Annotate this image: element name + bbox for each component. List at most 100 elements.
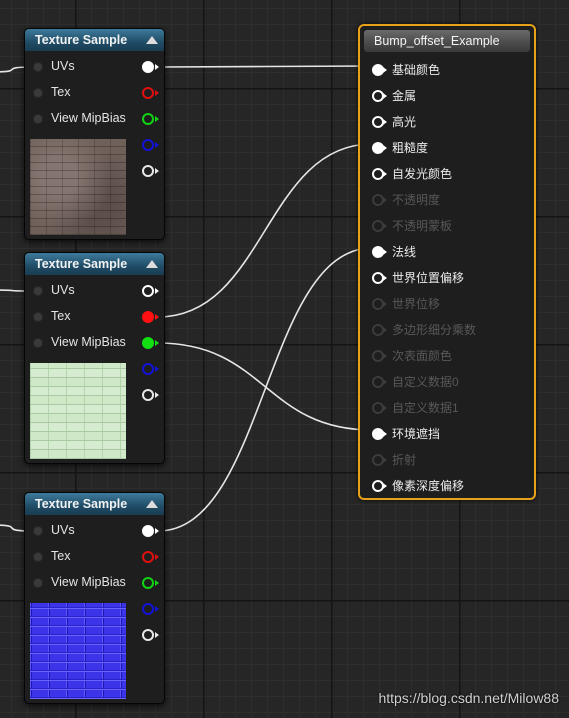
- material-input-pin[interactable]: 基础颜色: [360, 55, 530, 81]
- output-pin-icon[interactable]: [142, 603, 154, 615]
- material-pin-label: 粗糙度: [392, 141, 429, 155]
- basecolor-wire[interactable]: [157, 65, 373, 68]
- input-pin-icon[interactable]: [33, 88, 43, 98]
- brick-normal-texture-thumbnail: [30, 603, 126, 699]
- output-pin-arrow-icon: [155, 116, 159, 122]
- pin-row: UVs: [25, 278, 164, 304]
- pin-arrow-icon: [383, 67, 387, 73]
- node-title: Texture Sample: [35, 33, 128, 47]
- input-pin-icon[interactable]: [33, 286, 43, 296]
- normal-wire[interactable]: [157, 247, 373, 532]
- output-pin-arrow-icon: [155, 632, 159, 638]
- output-pin-arrow-icon: [155, 580, 159, 586]
- pin-arrow-icon: [383, 353, 387, 359]
- material-node-title[interactable]: Bump_offset_Example: [364, 30, 530, 52]
- output-pin-icon[interactable]: [142, 363, 154, 375]
- material-result-node[interactable]: Bump_offset_Example 基础颜色 金属 高光 粗糙度 自发光颜色 不透明度…: [358, 24, 536, 500]
- pin-arrow-icon: [383, 483, 387, 489]
- output-pin-icon[interactable]: [142, 577, 154, 589]
- pin-arrow-icon: [383, 249, 387, 255]
- output-pin-arrow-icon: [155, 606, 159, 612]
- material-input-pin: 次表面颜色: [360, 341, 530, 367]
- output-pin-icon[interactable]: [142, 165, 154, 177]
- material-input-pin: 折射: [360, 445, 530, 471]
- pin-row: View MipBias: [25, 570, 164, 596]
- output-pin-arrow-icon: [155, 90, 159, 96]
- node-header[interactable]: Texture Sample: [25, 253, 164, 275]
- output-pin-icon[interactable]: [142, 61, 154, 73]
- material-input-pin[interactable]: 粗糙度: [360, 133, 530, 159]
- pin-arrow-icon: [383, 197, 387, 203]
- input-pin-label: UVs: [51, 59, 75, 73]
- material-input-pin[interactable]: 高光: [360, 107, 530, 133]
- material-input-pin[interactable]: 自发光颜色: [360, 159, 530, 185]
- input-pin-label: UVs: [51, 283, 75, 297]
- output-pin-arrow-icon: [155, 554, 159, 560]
- output-pin-icon[interactable]: [142, 113, 154, 125]
- node-header[interactable]: Texture Sample: [25, 29, 164, 51]
- output-pin-icon[interactable]: [142, 551, 154, 563]
- output-pin-arrow-icon: [155, 528, 159, 534]
- material-input-pin[interactable]: 像素深度偏移: [360, 471, 530, 497]
- output-pin-arrow-icon: [155, 64, 159, 70]
- output-pin-arrow-icon: [155, 168, 159, 174]
- input-pin-icon[interactable]: [33, 312, 43, 322]
- output-pin-icon[interactable]: [142, 139, 154, 151]
- pin-arrow-icon: [383, 145, 387, 151]
- input-pin-icon[interactable]: [33, 526, 43, 536]
- input-pin-label: View MipBias: [51, 111, 126, 125]
- pin-arrow-icon: [383, 457, 387, 463]
- texture-sample-node-3[interactable]: Texture Sample UVs Tex View MipBias: [24, 492, 165, 704]
- node-header[interactable]: Texture Sample: [25, 493, 164, 515]
- collapse-arrow-icon[interactable]: [146, 500, 158, 508]
- material-pin-label: 多边形细分乘数: [392, 323, 477, 337]
- material-input-pin[interactable]: 世界位置偏移: [360, 263, 530, 289]
- input-pin-icon[interactable]: [33, 552, 43, 562]
- node-title: Texture Sample: [35, 257, 128, 271]
- ao-wire[interactable]: [157, 342, 373, 431]
- input-pin-label: View MipBias: [51, 575, 126, 589]
- texture-sample-node-2[interactable]: Texture Sample UVs Tex View MipBias: [24, 252, 165, 464]
- output-pin-arrow-icon: [155, 392, 159, 398]
- input-pin-icon[interactable]: [33, 338, 43, 348]
- pin-arrow-icon: [383, 301, 387, 307]
- pin-row: UVs: [25, 518, 164, 544]
- watermark-text: https://blog.csdn.net/Milow88: [378, 690, 559, 706]
- input-pin-label: UVs: [51, 523, 75, 537]
- material-pin-label: 折射: [392, 453, 417, 467]
- collapse-arrow-icon[interactable]: [146, 260, 158, 268]
- output-pin-icon[interactable]: [142, 389, 154, 401]
- material-input-pin[interactable]: 环境遮挡: [360, 419, 530, 445]
- output-pin-icon[interactable]: [142, 87, 154, 99]
- material-input-pin[interactable]: 金属: [360, 81, 530, 107]
- pin-row: View MipBias: [25, 330, 164, 356]
- pin-arrow-icon: [383, 93, 387, 99]
- input-pin-label: Tex: [51, 549, 71, 563]
- material-pin-label: 自定义数据1: [392, 401, 459, 415]
- output-pin-icon[interactable]: [142, 629, 154, 641]
- brick-heightmap-texture-thumbnail: [30, 363, 126, 459]
- output-pin-icon[interactable]: [142, 525, 154, 537]
- roughness-wire[interactable]: [157, 143, 373, 318]
- input-pin-icon[interactable]: [33, 114, 43, 124]
- texture-sample-node-1[interactable]: Texture Sample UVs Tex View MipBias: [24, 28, 165, 240]
- collapse-arrow-icon[interactable]: [146, 36, 158, 44]
- output-pin-arrow-icon: [155, 366, 159, 372]
- output-pin-icon[interactable]: [142, 311, 154, 323]
- material-input-pin: 多边形细分乘数: [360, 315, 530, 341]
- output-pin-icon[interactable]: [142, 337, 154, 349]
- material-input-pin[interactable]: 法线: [360, 237, 530, 263]
- input-pin-icon[interactable]: [33, 578, 43, 588]
- input-pin-label: Tex: [51, 85, 71, 99]
- pin-arrow-icon: [383, 275, 387, 281]
- output-pin-icon[interactable]: [142, 285, 154, 297]
- pin-row: Tex: [25, 80, 164, 106]
- input-pin-icon[interactable]: [33, 62, 43, 72]
- pin-row: Tex: [25, 544, 164, 570]
- material-pin-label: 像素深度偏移: [392, 479, 465, 493]
- material-pin-label: 金属: [392, 89, 417, 103]
- material-input-pin: 自定义数据1: [360, 393, 530, 419]
- input-pin-label: View MipBias: [51, 335, 126, 349]
- material-input-pin: 不透明蒙板: [360, 211, 530, 237]
- material-pin-label: 世界位移: [392, 297, 441, 311]
